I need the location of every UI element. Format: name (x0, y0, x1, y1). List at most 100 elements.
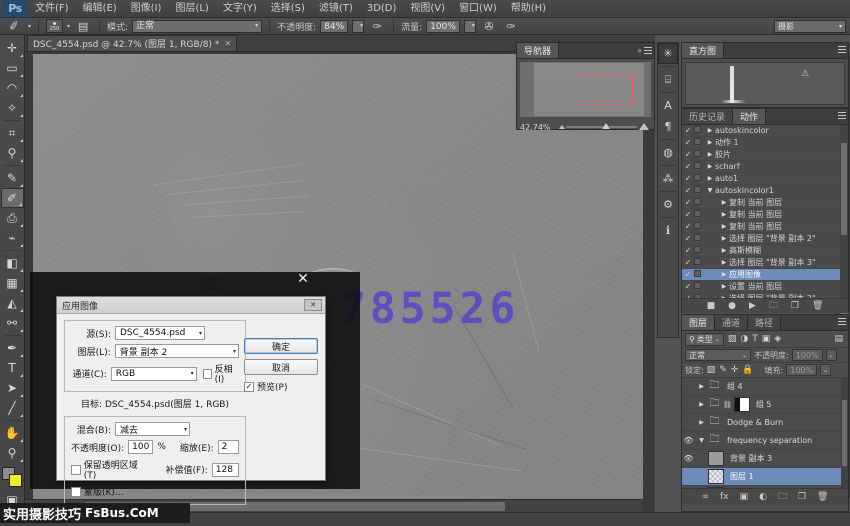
delete-icon[interactable]: 🗑 (812, 301, 823, 311)
pressure-size-icon[interactable]: ✑ (502, 19, 520, 33)
action-dialog-toggle[interactable] (694, 282, 705, 291)
blend-select[interactable]: 减去 ▾ (115, 422, 190, 436)
cancel-button[interactable]: 取消 (244, 359, 318, 375)
filter-adjustment-icon[interactable]: ◑ (740, 334, 748, 344)
menu-item-7[interactable]: 3D(D) (360, 0, 404, 17)
action-row[interactable]: ✓▶复制 当前 图层 (682, 209, 848, 221)
layers-list[interactable]: ▶🗀组 4▶🗀⛓组 5▶🗀Dodge & Burn👁▼🗀frequency se… (682, 378, 848, 488)
action-row[interactable]: ✓▶scharf (682, 161, 848, 173)
layer-mask-thumbnail[interactable] (734, 397, 750, 412)
filter-pixel-icon[interactable]: ▨ (728, 334, 737, 344)
stop-icon[interactable]: ■ (707, 301, 716, 311)
action-dialog-toggle[interactable] (694, 150, 705, 159)
disclosure-triangle-icon[interactable]: ▶ (719, 271, 729, 278)
action-enabled-checkmark[interactable]: ✓ (682, 186, 694, 195)
healing-brush-tool[interactable]: ✎ (1, 168, 24, 188)
zoom-tool[interactable]: ⚲ (1, 443, 24, 463)
disclosure-triangle-icon[interactable]: ▶ (719, 223, 729, 230)
properties-panel-icon[interactable]: ⚙ (658, 194, 678, 215)
action-dialog-toggle[interactable] (694, 174, 705, 183)
layer-select[interactable]: 背景 副本 2 ▾ (115, 344, 239, 358)
action-dialog-toggle[interactable] (694, 210, 705, 219)
layer-row[interactable]: ▶🗀Dodge & Burn (682, 414, 848, 432)
action-dialog-toggle[interactable] (694, 234, 705, 243)
disclosure-triangle-icon[interactable]: ▶ (705, 163, 715, 170)
disclosure-triangle-icon[interactable]: ▶ (719, 283, 729, 290)
lock-all-icon[interactable]: 🔒 (742, 365, 753, 375)
action-dialog-toggle[interactable] (694, 198, 705, 207)
filter-type-icon[interactable]: T (752, 334, 758, 344)
navigator-view-box[interactable] (575, 74, 633, 106)
tab-histogram[interactable]: 直方图 (682, 43, 724, 58)
layer-row[interactable]: 图层 1 (682, 468, 848, 486)
layer-thumbnail[interactable] (708, 469, 724, 484)
actions-scrollbar[interactable] (840, 125, 848, 298)
collapse-icon[interactable]: » (637, 46, 642, 55)
layers-scrollbar[interactable] (841, 378, 848, 488)
layer-row[interactable]: ▶🗀组 4 (682, 378, 848, 396)
tab-navigator[interactable]: 导航器 (517, 43, 559, 58)
source-select[interactable]: DSC_4554.psd ▾ (115, 326, 205, 340)
layer-thumbnail[interactable] (708, 487, 724, 488)
preserve-checkbox-group[interactable]: 保留透明区域(T) (71, 458, 148, 481)
action-enabled-checkmark[interactable]: ✓ (682, 258, 694, 267)
record-icon[interactable]: ● (728, 301, 736, 311)
paragraph-panel-icon[interactable]: ¶ (658, 116, 678, 137)
dodge-tool[interactable]: ⚯ (1, 313, 24, 333)
disclosure-triangle-icon[interactable]: ▶ (697, 383, 706, 390)
action-row[interactable]: ✓▶设置 当前 图层 (682, 281, 848, 293)
action-dialog-toggle[interactable] (694, 162, 705, 171)
layer-blend-mode-select[interactable]: 正常 ⌄ (685, 349, 751, 361)
action-row[interactable]: ✓▶选择 图层 "背景 副本 2" (682, 293, 848, 298)
action-enabled-checkmark[interactable]: ✓ (682, 234, 694, 243)
layer-row[interactable]: ▶🗀⛓组 5 (682, 396, 848, 414)
scale-input[interactable]: 2 (218, 440, 239, 454)
layer-fill-stepper[interactable]: ⌄ (820, 364, 831, 376)
move-tool[interactable]: ✛ (1, 38, 24, 58)
brush-size-arrow-icon[interactable]: ▾ (67, 23, 70, 30)
offset-input[interactable]: 128 (212, 463, 239, 477)
action-dialog-toggle[interactable] (694, 186, 705, 195)
delete-layer-icon[interactable]: 🗑 (817, 492, 828, 502)
eraser-tool[interactable]: ◧ (1, 253, 24, 273)
action-enabled-checkmark[interactable]: ✓ (682, 222, 694, 231)
action-dialog-toggle[interactable] (694, 294, 705, 298)
action-dialog-toggle[interactable] (694, 258, 705, 267)
disclosure-triangle-icon[interactable]: ▶ (705, 139, 715, 146)
action-enabled-checkmark[interactable]: ✓ (682, 174, 694, 183)
action-enabled-checkmark[interactable]: ✓ (682, 126, 694, 135)
disclosure-triangle-icon[interactable]: ▶ (705, 151, 715, 158)
disclosure-triangle-icon[interactable]: ▶ (705, 175, 715, 182)
menu-item-6[interactable]: 滤镜(T) (312, 0, 360, 17)
eyedropper-tool[interactable]: ⚲ (1, 143, 24, 163)
menu-item-9[interactable]: 窗口(W) (452, 0, 504, 17)
pen-tool[interactable]: ✒ (1, 338, 24, 358)
zoom-in-icon[interactable] (639, 123, 649, 130)
warning-icon[interactable]: ⚠ (801, 69, 809, 79)
panel-menu-group[interactable]: » (637, 46, 652, 55)
action-dialog-toggle[interactable] (694, 222, 705, 231)
tab-channels[interactable]: 通道 (715, 315, 748, 330)
disclosure-triangle-icon[interactable]: ▶ (719, 235, 729, 242)
action-enabled-checkmark[interactable]: ✓ (682, 294, 694, 298)
document-tab[interactable]: DSC_4554.psd @ 42.7% (图层 1, RGB/8) * ✕ (27, 35, 237, 51)
action-row[interactable]: ✓▶动作 1 (682, 137, 848, 149)
adjustment-layer-icon[interactable]: ◐ (759, 492, 767, 502)
tab-layers[interactable]: 图层 (682, 315, 715, 330)
disclosure-triangle-icon[interactable]: ▶ (705, 127, 715, 134)
panel-menu-group[interactable] (838, 46, 846, 53)
close-icon[interactable]: ✕ (224, 39, 231, 48)
preview-checkbox-group[interactable]: 预览(P) (244, 380, 318, 393)
action-dialog-toggle[interactable] (694, 270, 705, 279)
brush-preset-arrow-icon[interactable]: ▾ (28, 23, 31, 30)
menu-item-4[interactable]: 文字(Y) (216, 0, 264, 17)
preview-checkbox[interactable] (244, 382, 254, 392)
lock-image-icon[interactable]: ✎ (719, 365, 727, 375)
mask-checkbox[interactable] (71, 487, 81, 497)
layer-fill-value[interactable]: 100% (786, 364, 817, 376)
action-row[interactable]: ✓▶应用图像 (682, 269, 848, 281)
panel-menu-icon[interactable] (838, 46, 846, 53)
new-layer-icon[interactable]: ❐ (798, 492, 806, 502)
scrollbar-thumb[interactable] (842, 400, 847, 466)
invert-checkbox[interactable] (203, 369, 212, 379)
